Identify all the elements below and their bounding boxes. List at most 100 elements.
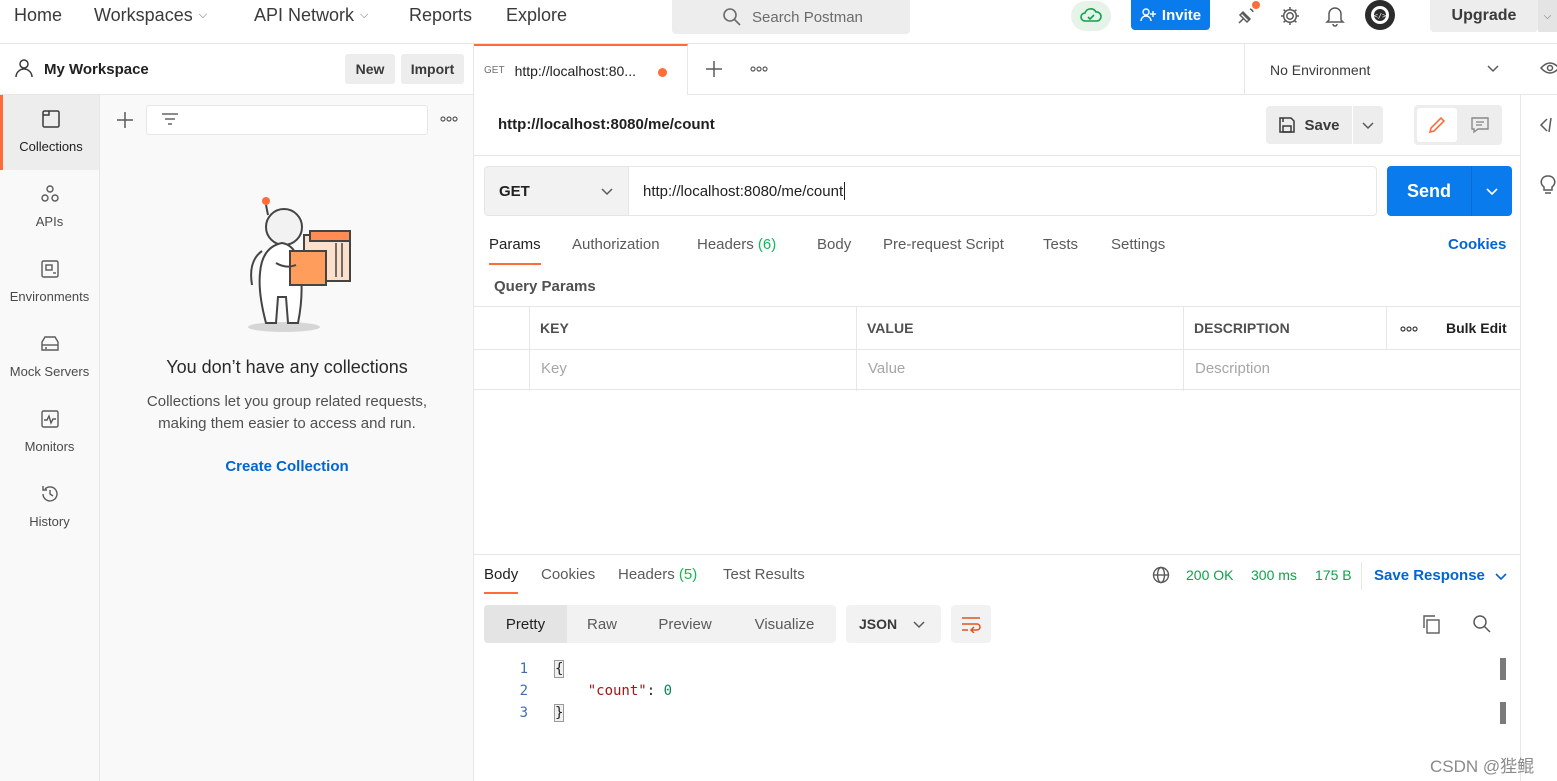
nav-reports[interactable]: Reports	[409, 5, 472, 26]
sync-status-button[interactable]	[1071, 1, 1111, 31]
import-button[interactable]: Import	[401, 54, 464, 84]
collections-panel: You don’t have any collections Collectio…	[100, 95, 474, 781]
tab-label: Pre-request Script	[883, 236, 1004, 253]
format-select[interactable]: JSON	[846, 605, 941, 643]
search-postman-box[interactable]: Search Postman	[672, 0, 910, 34]
nav-explore[interactable]: Explore	[506, 5, 567, 26]
response-tab-headers[interactable]: Headers (5)	[618, 566, 697, 583]
request-tabs: Params Authorization Headers (6) Body Pr…	[474, 236, 1520, 266]
tab-label: Body	[484, 566, 519, 583]
column-header-description: DESCRIPTION	[1194, 320, 1290, 336]
more-options-icon[interactable]	[1400, 325, 1418, 333]
capture-requests-button[interactable]	[1233, 1, 1260, 29]
response-size[interactable]: 175 B	[1315, 567, 1352, 583]
tab-settings[interactable]: Settings	[1111, 236, 1165, 253]
scrollbar-marker[interactable]	[1500, 702, 1506, 724]
sidebar-item-history[interactable]: History	[0, 470, 99, 545]
environments-icon	[40, 260, 59, 278]
view-raw[interactable]: Raw	[567, 605, 637, 643]
method-select[interactable]: GET	[484, 166, 629, 216]
history-icon	[41, 486, 58, 502]
invite-button[interactable]: Invite	[1131, 0, 1210, 30]
search-icon[interactable]	[1471, 613, 1493, 635]
settings-button[interactable]	[1277, 3, 1303, 29]
response-tab-body[interactable]: Body	[484, 566, 519, 594]
description-input[interactable]: Description	[1195, 360, 1270, 377]
line-number: 1	[519, 661, 528, 677]
sidebar-item-collections[interactable]: Collections	[0, 95, 99, 170]
documentation-mode-button[interactable]	[1460, 108, 1500, 142]
tab-params[interactable]: Params	[489, 236, 541, 265]
send-button[interactable]: Send	[1387, 166, 1512, 216]
nav-home-label: Home	[14, 5, 63, 25]
save-icon	[1279, 117, 1296, 133]
tab-headers[interactable]: Headers (6)	[697, 236, 776, 253]
tab-body[interactable]: Body	[817, 236, 851, 253]
sidebar-item-monitors[interactable]: Monitors	[0, 395, 99, 470]
response-time[interactable]: 300 ms	[1251, 567, 1297, 583]
tab-label: Body	[817, 236, 852, 253]
avatar[interactable]: </>	[1365, 0, 1395, 30]
response-tab-test-results[interactable]: Test Results	[723, 566, 805, 583]
request-name[interactable]: http://localhost:8080/me/count	[498, 116, 715, 133]
sidebar-item-mock-servers[interactable]: Mock Servers	[0, 320, 99, 395]
cookies-link[interactable]: Cookies	[1448, 236, 1506, 253]
chevron-down-icon	[1486, 188, 1498, 196]
nav-home[interactable]: Home	[14, 5, 62, 26]
format-value: JSON	[859, 616, 898, 632]
globe-icon[interactable]	[1152, 566, 1170, 584]
filter-input[interactable]	[146, 105, 428, 135]
bulk-edit-button[interactable]: Bulk Edit	[1446, 320, 1507, 336]
view-pretty[interactable]: Pretty	[484, 605, 567, 643]
scrollbar-marker[interactable]	[1500, 658, 1506, 680]
key-input[interactable]: Key	[541, 360, 567, 377]
send-dropdown[interactable]	[1472, 166, 1512, 216]
empty-description-line: Collections let you group related reques…	[146, 393, 428, 410]
tab-authorization[interactable]: Authorization	[572, 236, 660, 253]
copy-icon[interactable]	[1420, 613, 1442, 635]
eye-icon[interactable]	[1540, 60, 1557, 76]
tab-options-icon[interactable]	[750, 65, 768, 73]
url-input[interactable]: http://localhost:8080/me/count	[628, 166, 1377, 216]
response-tabs: Body Cookies Headers (5) Test Results	[474, 566, 1520, 596]
tab-label: Tests	[1043, 236, 1079, 253]
empty-collections-title: You don’t have any collections	[166, 357, 408, 377]
row-divider	[474, 349, 1520, 350]
code-icon[interactable]	[1539, 117, 1557, 133]
upgrade-dropdown[interactable]: ⌵	[1538, 0, 1557, 32]
workspace-title[interactable]: My Workspace	[44, 61, 149, 78]
add-user-icon	[1140, 8, 1156, 22]
request-tab[interactable]: GET http://localhost:80...	[474, 44, 688, 95]
query-params-label: Query Params	[494, 278, 596, 295]
environment-select[interactable]: No Environment	[1244, 44, 1520, 95]
new-button[interactable]: New	[345, 54, 395, 84]
value-input[interactable]: Value	[868, 360, 905, 377]
response-status[interactable]: 200 OK	[1186, 567, 1233, 583]
nav-api-network[interactable]: API Network ⌵	[254, 5, 368, 26]
view-visualize[interactable]: Visualize	[733, 605, 836, 643]
create-collection-link[interactable]: Create Collection	[100, 458, 474, 475]
response-tab-cookies[interactable]: Cookies	[541, 566, 595, 583]
column-header-value: VALUE	[867, 320, 914, 336]
tab-pre-request-script[interactable]: Pre-request Script	[883, 236, 1004, 253]
upgrade-button[interactable]: Upgrade	[1430, 0, 1538, 32]
lightbulb-icon[interactable]	[1539, 175, 1557, 195]
sidebar-item-label: Environments	[9, 289, 90, 304]
notifications-button[interactable]	[1322, 3, 1348, 29]
sidebar-item-environments[interactable]: Environments	[0, 245, 99, 320]
save-response-button[interactable]: Save Response	[1374, 567, 1507, 584]
save-dropdown[interactable]	[1353, 106, 1383, 144]
tab-tests[interactable]: Tests	[1043, 236, 1078, 253]
plus-icon[interactable]	[116, 111, 134, 129]
nav-workspaces[interactable]: Workspaces ⌵	[94, 5, 207, 26]
edit-mode-button[interactable]	[1417, 108, 1457, 142]
save-button[interactable]: Save	[1266, 106, 1352, 144]
view-preview[interactable]: Preview	[637, 605, 733, 643]
sidebar-item-apis[interactable]: APIs	[0, 170, 99, 245]
wrap-lines-button[interactable]	[951, 605, 991, 643]
divider	[474, 155, 1520, 156]
divider	[1361, 562, 1362, 590]
cloud-sync-icon	[1080, 8, 1102, 22]
new-tab-plus-icon[interactable]	[705, 60, 723, 78]
more-options-icon[interactable]	[440, 115, 458, 123]
